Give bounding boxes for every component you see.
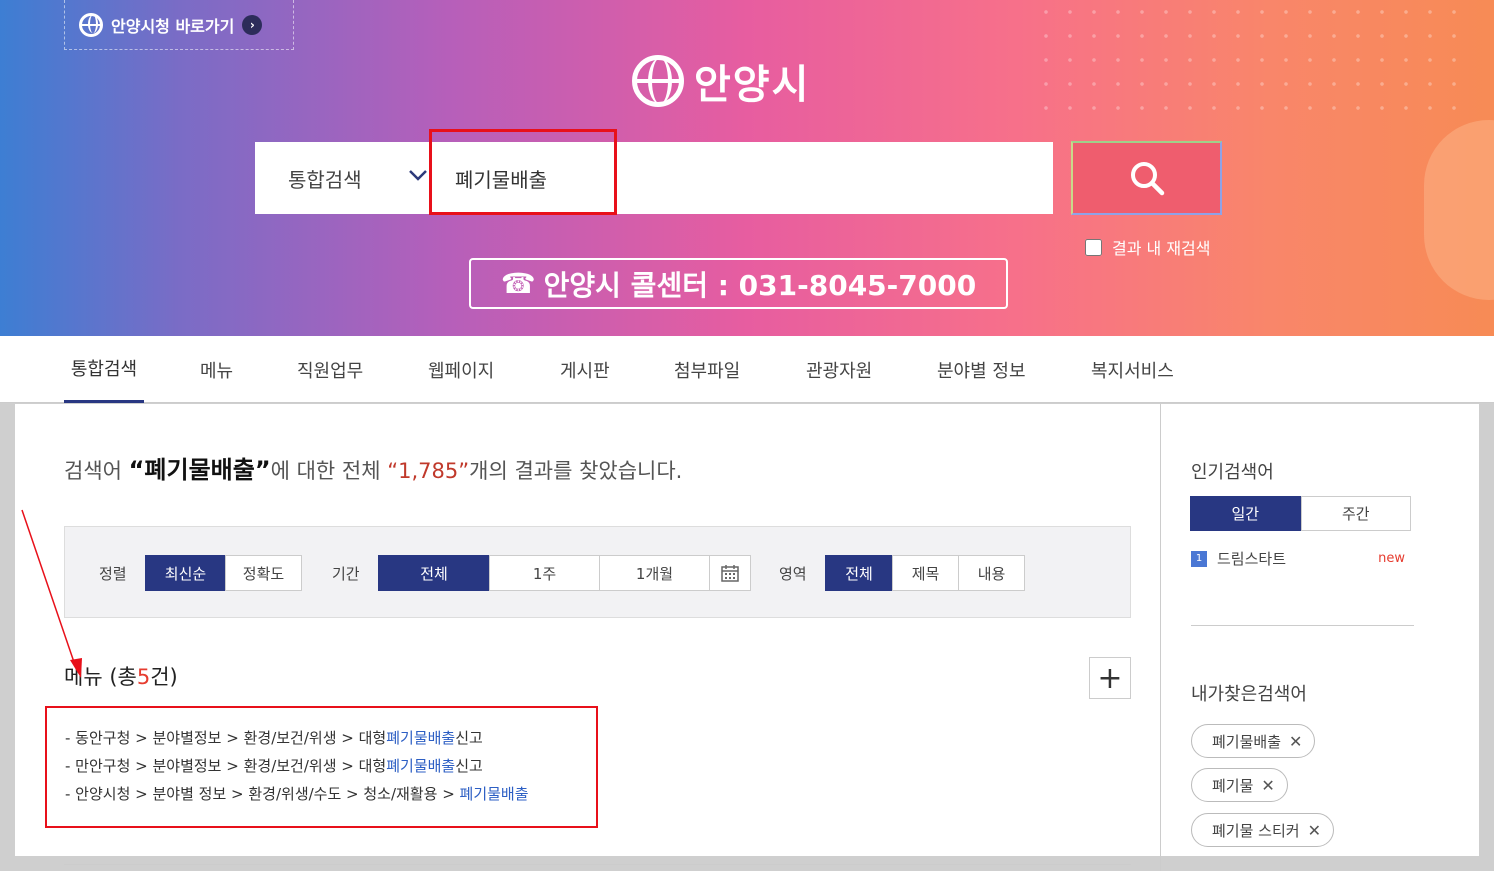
search-icon [1130, 162, 1164, 196]
tab-staff-work[interactable]: 직원업무 [297, 336, 363, 403]
recent-search-chip[interactable]: 폐기물 스티커 ✕ [1191, 813, 1334, 847]
period-all-button[interactable]: 전체 [378, 555, 490, 591]
tab-board[interactable]: 게시판 [560, 336, 610, 403]
menu-tail: 신고 [455, 757, 483, 775]
decorative-dots [1034, 0, 1474, 120]
tab-attachments[interactable]: 첨부파일 [674, 336, 740, 403]
close-icon[interactable]: ✕ [1289, 732, 1302, 751]
site-logo[interactable]: 안양시 [632, 52, 810, 110]
sort-accuracy-button[interactable]: 정확도 [225, 555, 302, 591]
recent-search-chip[interactable]: 폐기물 ✕ [1191, 768, 1288, 802]
area-label: 영역 [779, 565, 807, 583]
list-item[interactable]: - 동안구청 > 분야별정보 > 환경/보건/위생 > 대형폐기물배출신고 [65, 724, 596, 752]
period-1month-button[interactable]: 1개월 [599, 555, 710, 591]
result-count: “1,785” [387, 459, 470, 483]
tab-weekly[interactable]: 주간 [1300, 496, 1411, 531]
result-prefix: 검색어 [64, 459, 129, 483]
callcenter-banner: ☎ 안양시 콜센터 : 031-8045-7000 [469, 258, 1008, 309]
list-item[interactable]: - 만안구청 > 분야별정보 > 환경/보건/위생 > 대형폐기물배출신고 [65, 752, 596, 780]
result-keyword: “폐기물배출” [128, 456, 271, 484]
chip-label: 폐기물 [1212, 776, 1254, 795]
result-summary: 검색어 “폐기물배출”에 대한 전체 “1,785”개의 결과를 찾았습니다. [64, 450, 682, 485]
area-content-button[interactable]: 내용 [958, 555, 1025, 591]
logo-globe-icon [632, 55, 684, 107]
menu-tail: 신고 [455, 729, 483, 747]
menu-path: - 동안구청 > 분야별정보 > 환경/보건/위생 > 대형 [65, 729, 387, 747]
menu-title-prefix: 메뉴 (총 [64, 665, 137, 689]
result-middle: 에 대한 전체 [270, 459, 388, 483]
popular-keywords-title: 인기검색어 [1191, 462, 1274, 483]
search-bar: 통합검색 [255, 142, 1053, 214]
sort-label: 정렬 [99, 565, 127, 583]
result-suffix: 개의 결과를 찾았습니다. [469, 459, 683, 483]
city-hall-shortcut-link[interactable]: 안양시청 바로가기 › [64, 0, 294, 50]
recent-search-chip[interactable]: 폐기물배출 ✕ [1191, 724, 1316, 758]
popular-keyword-item[interactable]: 1 드림스타트 new [1191, 548, 1405, 569]
tab-welfare[interactable]: 복지서비스 [1091, 336, 1174, 403]
callcenter-text: 안양시 콜센터 : 031-8045-7000 [543, 268, 977, 302]
re-search-checkbox[interactable] [1085, 238, 1102, 256]
chevron-right-icon: › [242, 14, 263, 35]
tab-daily[interactable]: 일간 [1190, 496, 1301, 531]
area-all-button[interactable]: 전체 [825, 555, 893, 591]
rank-badge: 1 [1191, 550, 1207, 567]
divider [1191, 625, 1414, 626]
menu-path: - 만안구청 > 분야별정보 > 환경/보건/위생 > 대형 [65, 757, 387, 775]
calendar-icon [721, 565, 739, 582]
globe-icon [79, 12, 103, 37]
tab-webpage[interactable]: 웹페이지 [428, 336, 494, 403]
category-tabs: 통합검색 메뉴 직원업무 웹페이지 게시판 첨부파일 관광자원 분야별 정보 복… [0, 336, 1494, 403]
close-icon[interactable]: ✕ [1261, 776, 1274, 795]
logo-text: 안양시 [694, 62, 811, 108]
tab-tourism[interactable]: 관광자원 [806, 336, 872, 403]
menu-path: - 안양시청 > 분야별 정보 > 환경/위생/수도 > 청소/재활용 > [65, 785, 460, 803]
menu-results-list: - 동안구청 > 분야별정보 > 환경/보건/위생 > 대형폐기물배출신고 - … [45, 706, 598, 828]
my-searches-title: 내가찾은검색어 [1191, 684, 1307, 705]
menu-title-suffix: 건) [150, 665, 178, 689]
divider [64, 864, 1131, 865]
menu-count: 5 [136, 665, 151, 689]
area-title-button[interactable]: 제목 [892, 555, 959, 591]
search-category-select[interactable]: 통합검색 [255, 142, 431, 214]
list-item[interactable]: - 안양시청 > 분야별 정보 > 환경/위생/수도 > 청소/재활용 > 폐기… [65, 780, 596, 808]
phone-icon: ☎ [500, 267, 536, 300]
menu-highlight: 폐기물배출 [459, 785, 529, 803]
menu-section-title: 메뉴 (총5건) [64, 661, 178, 691]
period-label: 기간 [332, 565, 360, 583]
search-input[interactable] [431, 142, 1053, 214]
filter-panel: 정렬 최신순 정확도 기간 전체 1주 1개월 영역 전체 제목 내용 [64, 526, 1131, 618]
chevron-down-icon [409, 170, 427, 181]
calendar-button[interactable] [709, 555, 751, 591]
sort-latest-button[interactable]: 최신순 [145, 555, 226, 591]
re-search-option[interactable]: 결과 내 재검색 [1085, 235, 1211, 259]
search-button[interactable] [1071, 141, 1222, 215]
chip-label: 폐기물배출 [1212, 732, 1282, 751]
re-search-label: 결과 내 재검색 [1112, 239, 1211, 258]
tab-menu[interactable]: 메뉴 [200, 336, 233, 403]
chip-label: 폐기물 스티커 [1212, 821, 1300, 840]
decorative-shape [1424, 120, 1494, 300]
tab-field-info[interactable]: 분야별 정보 [937, 336, 1026, 403]
shortcut-label: 안양시청 바로가기 [111, 16, 235, 36]
popular-keyword: 드림스타트 [1217, 550, 1287, 568]
popular-period-tabs: 일간 주간 [1190, 496, 1411, 531]
plus-icon: + [1097, 660, 1123, 696]
close-icon[interactable]: ✕ [1308, 821, 1321, 840]
expand-more-button[interactable]: + [1089, 657, 1131, 699]
menu-highlight: 폐기물배출 [386, 729, 456, 747]
menu-highlight: 폐기물배출 [386, 757, 456, 775]
search-category-value: 통합검색 [288, 167, 362, 192]
tab-integrated[interactable]: 통합검색 [64, 336, 144, 403]
new-badge: new [1378, 551, 1405, 566]
period-1week-button[interactable]: 1주 [489, 555, 600, 591]
sidebar-divider [1160, 404, 1161, 871]
